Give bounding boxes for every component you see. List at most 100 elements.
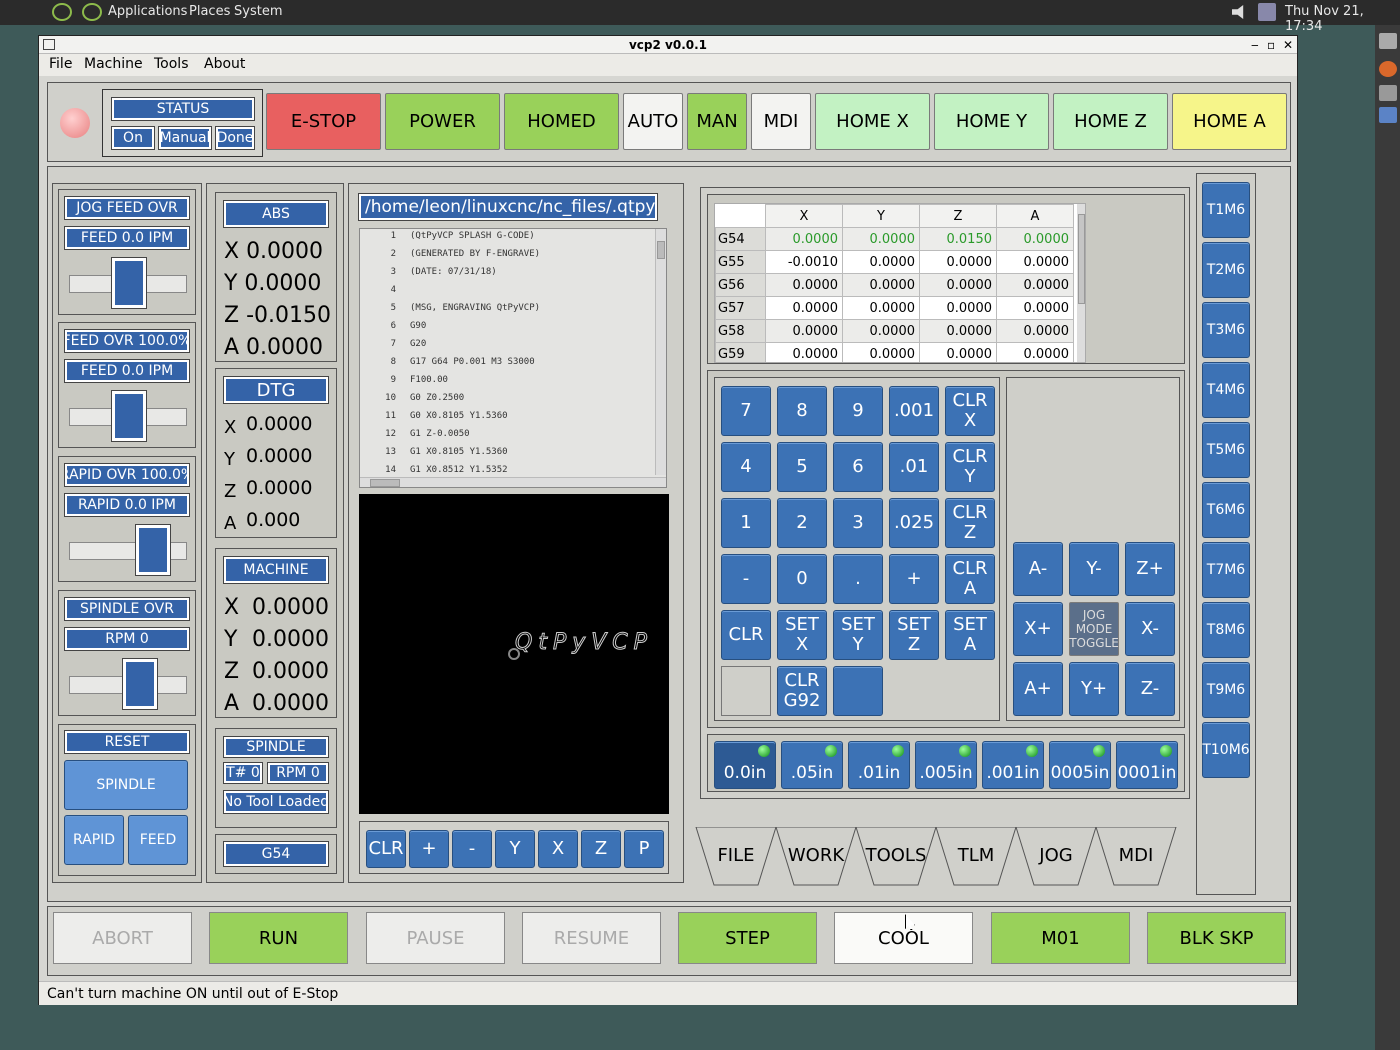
pause-button[interactable]: PAUSE bbox=[366, 912, 505, 964]
offset-cell[interactable]: 0.0000 bbox=[765, 296, 843, 320]
offsets-row[interactable]: G55 -0.0010 0.0000 0.0000 0.0000 bbox=[715, 250, 1074, 274]
blank-key[interactable] bbox=[833, 666, 883, 716]
rapid-ovr-reset-button[interactable]: RAPID bbox=[64, 815, 124, 865]
tab-tools[interactable]: TOOLS bbox=[852, 827, 940, 889]
gcode-line[interactable]: 8 G17 G64 P0.001 M3 S3000 bbox=[360, 357, 535, 375]
offsets-row[interactable]: G57 0.0000 0.0000 0.0000 0.0000 bbox=[715, 296, 1074, 320]
offsets-scrollbar[interactable] bbox=[1077, 204, 1085, 362]
gcode-v-scrollbar[interactable] bbox=[655, 229, 666, 475]
offsets-row[interactable]: G54 0.0000 0.0000 0.0150 0.0000 bbox=[715, 227, 1074, 251]
gcode-line[interactable]: 4 bbox=[360, 285, 410, 303]
gcode-editor[interactable]: 1 (QtPyVCP SPLASH G-CODE) 2 (GENERATED BY F… bbox=[359, 228, 667, 488]
key-6[interactable]: 6 bbox=[833, 442, 883, 492]
jog-y-minus[interactable]: Y- bbox=[1069, 542, 1119, 596]
cool-button[interactable]: COOL bbox=[834, 912, 973, 964]
launcher-icon-2[interactable] bbox=[82, 3, 102, 21]
maximize-icon[interactable]: ▫ bbox=[1267, 36, 1275, 54]
offset-cell[interactable]: 0.0000 bbox=[996, 296, 1074, 320]
home-y-button[interactable]: HOME Y bbox=[934, 93, 1049, 150]
view-button-3[interactable]: Y bbox=[495, 830, 535, 868]
home-x-button[interactable]: HOME X bbox=[815, 93, 930, 150]
volume-icon[interactable] bbox=[1232, 5, 1244, 19]
offset-cell[interactable]: 0.0000 bbox=[842, 250, 920, 274]
gcode-h-scrollbar[interactable] bbox=[360, 477, 666, 487]
window-menu-icon[interactable] bbox=[43, 39, 55, 50]
jog-increment-button[interactable]: 0001in bbox=[1116, 741, 1178, 789]
tool-change-t1m6[interactable]: T1M6 bbox=[1202, 182, 1250, 238]
resume-button[interactable]: RESUME bbox=[522, 912, 661, 964]
m01-button[interactable]: M01 bbox=[991, 912, 1130, 964]
offsets-row[interactable]: G58 0.0000 0.0000 0.0000 0.0000 bbox=[715, 319, 1074, 343]
offset-cell[interactable]: 0.0150 bbox=[919, 227, 997, 251]
feed-ovr-slider-handle[interactable] bbox=[111, 390, 147, 442]
offset-cell[interactable]: 0.0000 bbox=[842, 342, 920, 362]
tool-change-t2m6[interactable]: T2M6 bbox=[1202, 242, 1250, 298]
jog-z-plus[interactable]: Z+ bbox=[1125, 542, 1175, 596]
offset-cell[interactable]: 0.0000 bbox=[919, 296, 997, 320]
key-2[interactable]: 2 bbox=[777, 498, 827, 548]
clr-a-button[interactable]: CLR A bbox=[945, 554, 995, 604]
jog-z-minus[interactable]: Z- bbox=[1125, 662, 1175, 716]
tool-change-t7m6[interactable]: T7M6 bbox=[1202, 542, 1250, 598]
rapid-ovr-slider[interactable] bbox=[69, 524, 187, 576]
offsets-row[interactable]: G56 0.0000 0.0000 0.0000 0.0000 bbox=[715, 273, 1074, 297]
offset-cell[interactable]: 0.0000 bbox=[842, 227, 920, 251]
home-a-button[interactable]: HOME A bbox=[1172, 93, 1287, 150]
gcode-line[interactable]: 7 G20 bbox=[360, 339, 427, 357]
offsets-column-header[interactable]: Z bbox=[919, 204, 997, 228]
gcode-line[interactable]: 13 G1 X0.8105 Y1.5360 bbox=[360, 447, 507, 465]
step-button[interactable]: STEP bbox=[678, 912, 817, 964]
tab-work[interactable]: WORK bbox=[772, 827, 860, 889]
tool-change-t8m6[interactable]: T8M6 bbox=[1202, 602, 1250, 658]
key-7[interactable]: 7 bbox=[721, 386, 771, 436]
jog-a-minus[interactable]: A- bbox=[1013, 542, 1063, 596]
offsets-table[interactable]: X Y Z A G54 0.0000 0.0000 0.0150 0.0000 G55 -0.001… bbox=[715, 204, 1074, 362]
clr-button[interactable]: CLR bbox=[721, 610, 771, 660]
jog-a-plus[interactable]: A+ bbox=[1013, 662, 1063, 716]
gcode-line[interactable]: 10 G0 Z0.2500 bbox=[360, 393, 464, 411]
gcode-line[interactable]: 11 G0 X0.8105 Y1.5360 bbox=[360, 411, 507, 429]
offset-cell[interactable]: 0.0000 bbox=[996, 250, 1074, 274]
mdi-button[interactable]: MDI bbox=[751, 93, 811, 150]
view-button-4[interactable]: X bbox=[538, 830, 578, 868]
places-menu[interactable]: Places bbox=[189, 4, 230, 19]
homed-button[interactable]: HOMED bbox=[504, 93, 619, 150]
jog-increment-button[interactable]: .001in bbox=[982, 741, 1044, 789]
offset-cell[interactable]: 0.0000 bbox=[919, 342, 997, 362]
jog-increment-button[interactable]: .05in bbox=[781, 741, 843, 789]
rapid-ovr-slider-handle[interactable] bbox=[135, 524, 171, 576]
folder-icon[interactable] bbox=[1379, 33, 1397, 49]
view-button-5[interactable]: Z bbox=[581, 830, 621, 868]
jog-increment-button[interactable]: .01in bbox=[848, 741, 910, 789]
view-button-2[interactable]: - bbox=[452, 830, 492, 868]
key-plus[interactable]: + bbox=[889, 554, 939, 604]
offset-cell[interactable]: 0.0000 bbox=[919, 273, 997, 297]
feed-ovr-reset-button[interactable]: FEED bbox=[128, 815, 188, 865]
jog-increment-button[interactable]: .005in bbox=[915, 741, 977, 789]
tool-change-t9m6[interactable]: T9M6 bbox=[1202, 662, 1250, 718]
offsets-column-header[interactable]: A bbox=[996, 204, 1074, 228]
set-x-button[interactable]: SET X bbox=[777, 610, 827, 660]
key-5[interactable]: 5 bbox=[777, 442, 827, 492]
offset-cell[interactable]: 0.0000 bbox=[996, 319, 1074, 343]
backplot-view[interactable]: QtPyVCP bbox=[359, 494, 669, 814]
close-icon[interactable]: ✕ bbox=[1283, 36, 1293, 54]
system-menu[interactable]: System bbox=[234, 4, 282, 19]
offset-cell[interactable]: 0.0000 bbox=[842, 319, 920, 343]
tool-change-t5m6[interactable]: T5M6 bbox=[1202, 422, 1250, 478]
offset-cell[interactable]: 0.0000 bbox=[842, 273, 920, 297]
jog-x-plus[interactable]: X+ bbox=[1013, 602, 1063, 656]
gcode-line[interactable]: 5 (MSG, ENGRAVING QtPyVCP) bbox=[360, 303, 540, 321]
offset-cell[interactable]: 0.0000 bbox=[996, 273, 1074, 297]
key-3[interactable]: 3 bbox=[833, 498, 883, 548]
tool-change-t3m6[interactable]: T3M6 bbox=[1202, 302, 1250, 358]
man-button[interactable]: MAN bbox=[687, 93, 747, 150]
offset-cell[interactable]: 0.0000 bbox=[919, 250, 997, 274]
key-1[interactable]: 1 bbox=[721, 498, 771, 548]
view-button-0[interactable]: CLR bbox=[366, 830, 406, 868]
tool-change-t4m6[interactable]: T4M6 bbox=[1202, 362, 1250, 418]
home-z-button[interactable]: HOME Z bbox=[1053, 93, 1168, 150]
jog-x-minus[interactable]: X- bbox=[1125, 602, 1175, 656]
clr-x-button[interactable]: CLR X bbox=[945, 386, 995, 436]
tab-jog[interactable]: JOG bbox=[1012, 827, 1100, 889]
